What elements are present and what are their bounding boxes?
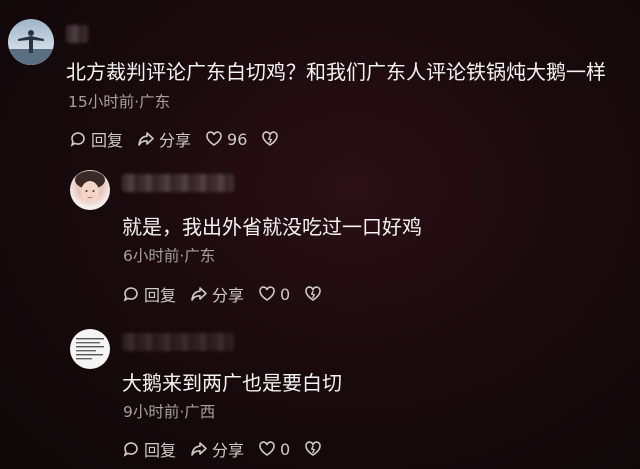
share-button[interactable]: 分享 (190, 282, 244, 306)
comment-meta: 15小时前·广东 (68, 93, 171, 111)
reply-button[interactable]: 回复 (122, 282, 176, 306)
reply-icon (123, 287, 138, 302)
like-heart-icon (206, 131, 222, 146)
reply-label: 回复 (91, 131, 124, 150)
like-button[interactable]: 96 (205, 130, 247, 149)
dislike-heart-icon (305, 441, 322, 456)
reply-button[interactable]: 回复 (69, 127, 123, 151)
share-icon (191, 287, 207, 301)
username-redacted[interactable] (66, 25, 88, 43)
avatar[interactable] (8, 19, 54, 65)
reply-button[interactable]: 回复 (122, 437, 176, 461)
share-button[interactable]: 分享 (190, 437, 244, 461)
username-redacted[interactable] (122, 333, 234, 351)
dislike-button[interactable] (304, 440, 326, 458)
comment-actions: 回复 分享 0 (122, 437, 340, 461)
avatar[interactable] (70, 170, 110, 210)
like-count: 96 (227, 129, 248, 149)
comment-text: 就是，我出外省就没吃过一口好鸡 (122, 215, 422, 239)
comment-actions: 回复 分享 0 (122, 282, 340, 306)
share-icon (191, 442, 207, 456)
share-label: 分享 (212, 286, 245, 305)
share-label: 分享 (159, 131, 192, 150)
like-heart-icon (259, 441, 275, 456)
like-count: 0 (280, 439, 291, 459)
like-button[interactable]: 0 (258, 285, 290, 304)
share-button[interactable]: 分享 (137, 127, 191, 151)
like-count: 0 (280, 284, 291, 304)
username-redacted[interactable] (122, 174, 234, 192)
dislike-button[interactable] (261, 130, 283, 148)
reply-label: 回复 (144, 286, 177, 305)
comment-meta: 9小时前·广西 (123, 403, 216, 421)
avatar[interactable] (70, 329, 110, 369)
share-label: 分享 (212, 441, 245, 460)
comment-meta: 6小时前·广东 (123, 247, 216, 265)
comment-actions: 回复 分享 96 (69, 127, 297, 151)
dislike-heart-icon (305, 286, 322, 301)
like-button[interactable]: 0 (258, 440, 290, 459)
share-icon (138, 132, 154, 146)
dislike-button[interactable] (304, 285, 326, 303)
reply-label: 回复 (144, 441, 177, 460)
comment-text: 北方裁判评论广东白切鸡？和我们广东人评论铁锅炖大鹅一样 (66, 60, 606, 84)
like-heart-icon (259, 286, 275, 301)
reply-icon (70, 132, 85, 147)
reply-icon (123, 442, 138, 457)
dislike-heart-icon (262, 131, 279, 146)
comment-text: 大鹅来到两广也是要白切 (122, 371, 342, 395)
